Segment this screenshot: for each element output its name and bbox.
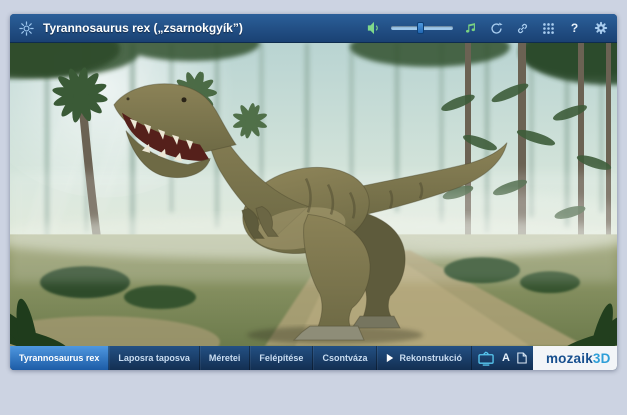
mozaik3d-player-window: Tyrannosaurus rex („zsarnokgyík”)	[10, 14, 617, 370]
scene-illustration	[10, 43, 617, 346]
bottom-tab-bar: Tyrannosaurus rex Laposra taposva Mérete…	[10, 346, 617, 370]
tab-laposra-taposva[interactable]: Laposra taposva	[109, 346, 200, 370]
tab-label: Méretei	[209, 353, 241, 363]
scene-3d-viewport[interactable]	[10, 43, 617, 346]
tab-label: Csontváza	[322, 353, 367, 363]
tab-tyrannosaurus-rex[interactable]: Tyrannosaurus rex	[10, 346, 109, 370]
tab-label: Rekonstrukció	[399, 353, 462, 363]
tab-meretei[interactable]: Méretei	[200, 346, 251, 370]
music-note-icon[interactable]	[462, 20, 479, 37]
tab-label: Felépítése	[259, 353, 303, 363]
volume-slider-handle[interactable]	[417, 22, 424, 34]
tv-icon[interactable]	[478, 351, 495, 366]
header-toolbar: ?	[365, 20, 609, 37]
link-icon[interactable]	[514, 20, 531, 37]
title-bar: Tyrannosaurus rex („zsarnokgyík”)	[10, 14, 617, 43]
page-title: Tyrannosaurus rex („zsarnokgyík”)	[43, 21, 243, 35]
text-size-button[interactable]: A	[502, 353, 510, 364]
volume-icon[interactable]	[365, 20, 382, 37]
logo-text-3d: 3D	[593, 351, 611, 366]
footer-tools: A	[472, 346, 533, 370]
logo-text-mozaik: mozaik	[546, 351, 593, 366]
tab-csontvaza[interactable]: Csontváza	[313, 346, 377, 370]
app-icon	[18, 20, 35, 37]
tab-label: Tyrannosaurus rex	[19, 353, 99, 363]
tab-label: Laposra taposva	[118, 353, 190, 363]
play-icon	[386, 353, 394, 363]
tab-felepitese[interactable]: Felépítése	[250, 346, 313, 370]
help-icon[interactable]: ?	[566, 20, 583, 37]
document-icon[interactable]	[517, 352, 527, 364]
tab-rekonstrukcio[interactable]: Rekonstrukció	[377, 346, 472, 370]
settings-gear-icon[interactable]	[592, 20, 609, 37]
apps-grid-icon[interactable]	[540, 20, 557, 37]
volume-slider[interactable]	[391, 21, 453, 35]
replay-icon[interactable]	[488, 20, 505, 37]
mozaik3d-logo[interactable]: mozaik3D	[533, 346, 617, 370]
